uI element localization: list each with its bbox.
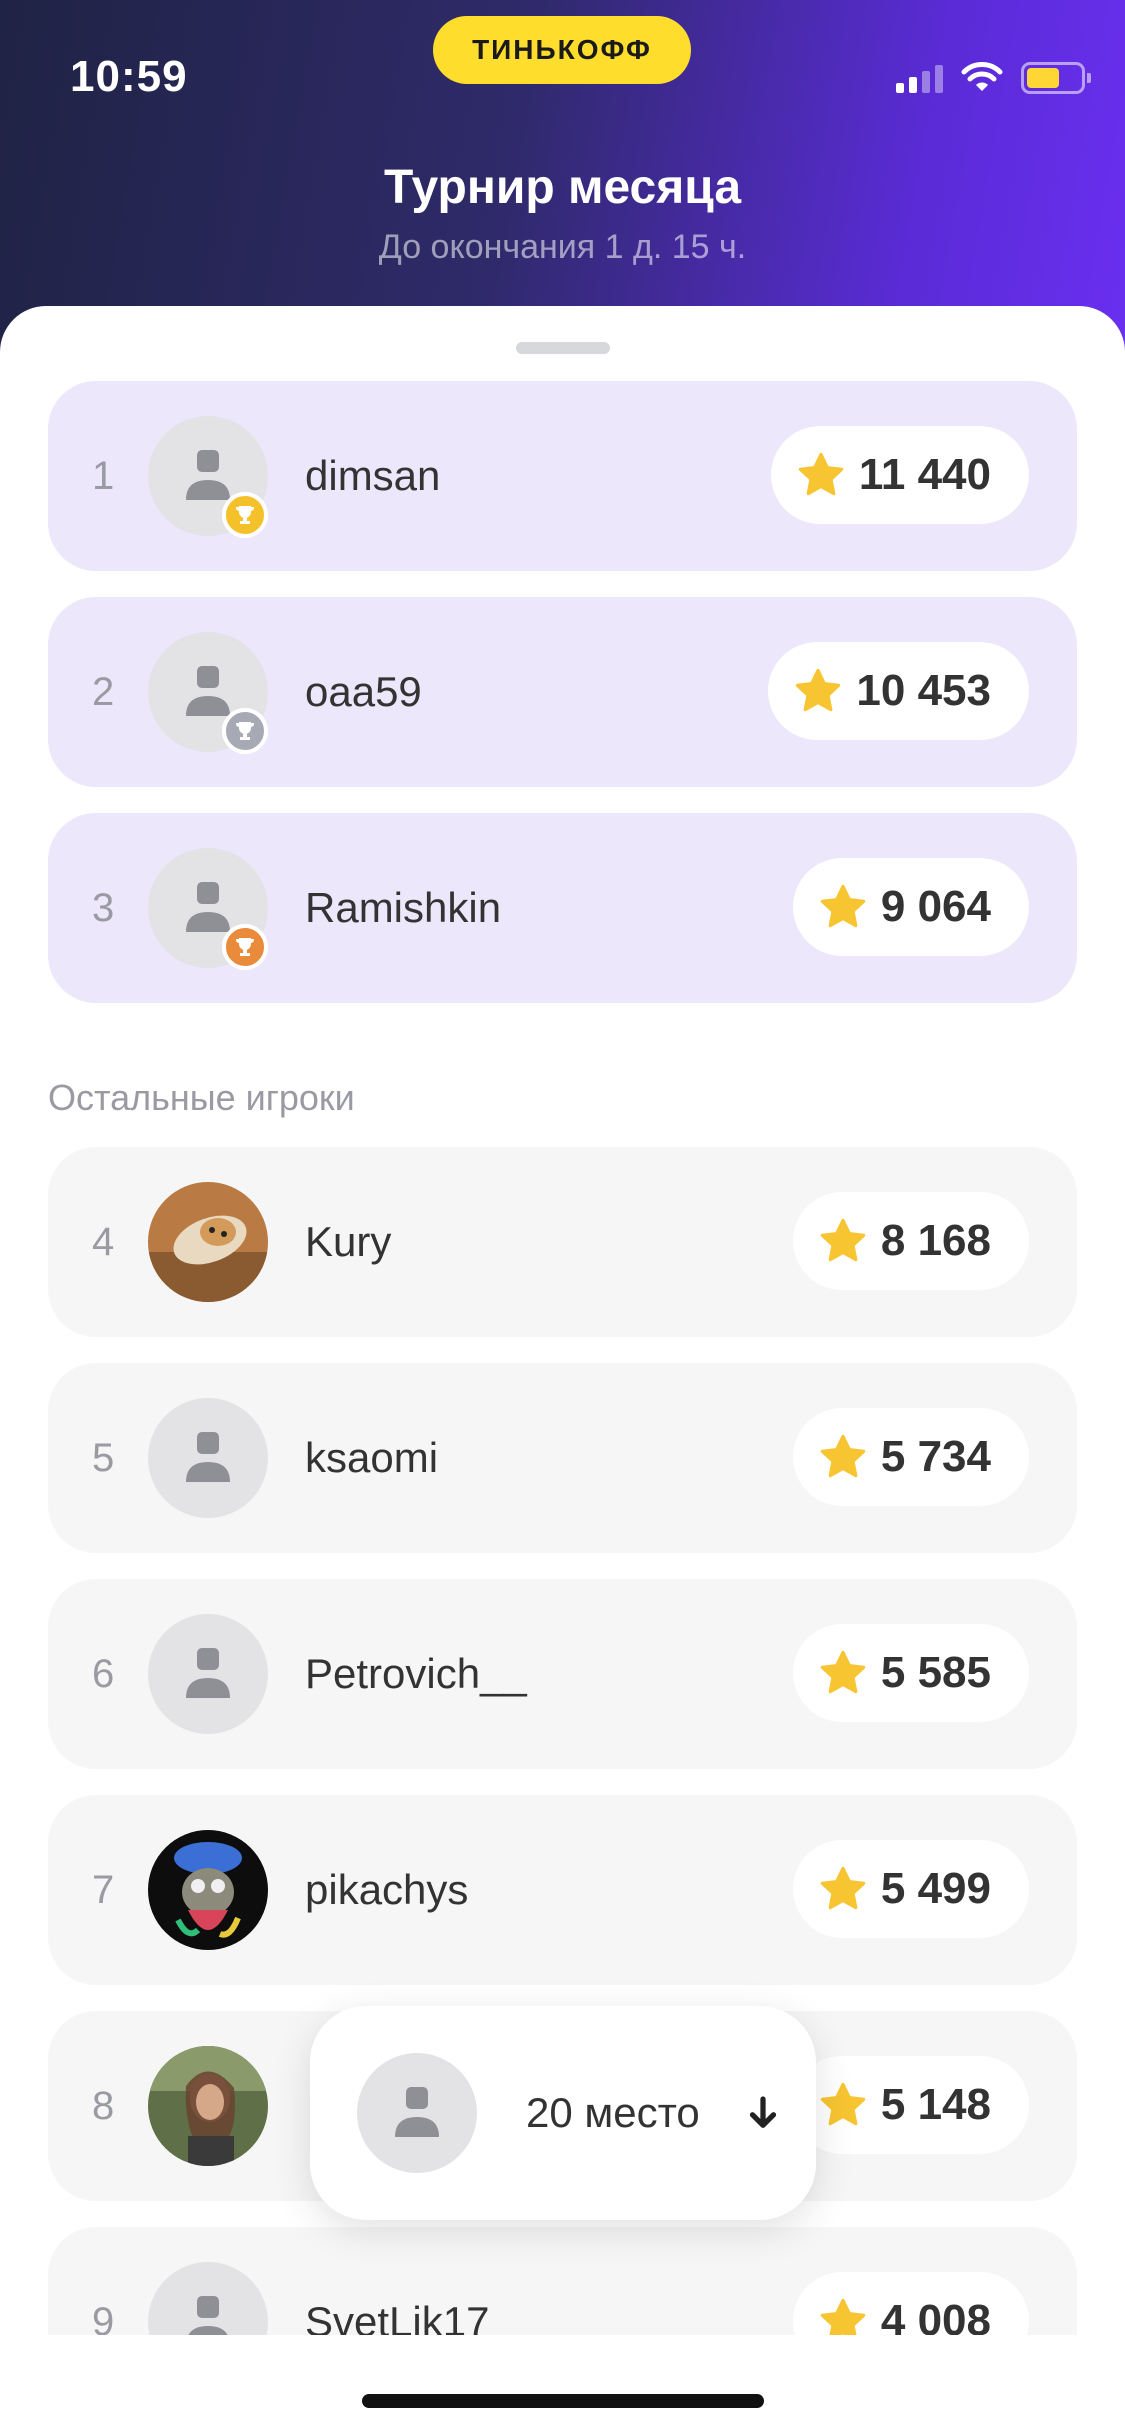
my-position-label: 20 место (526, 2089, 700, 2136)
page-title: Турнир месяца (383, 161, 742, 214)
player-name: Kury (305, 1218, 392, 1265)
avatar (148, 2046, 268, 2166)
rank-number: 3 (92, 886, 115, 930)
trophy-icon (222, 924, 268, 970)
status-icons (896, 62, 1091, 94)
score-badge: 10 453 (768, 642, 1029, 740)
score-value: 5 499 (880, 1864, 991, 1913)
score-badge: 11 440 (770, 426, 1029, 524)
sheet-grabber[interactable] (516, 342, 610, 354)
player-name: ksaomi (305, 1434, 439, 1481)
score-value: 4 008 (880, 2296, 991, 2335)
score-value: 11 440 (858, 450, 991, 499)
my-position-popup[interactable]: 20 место (310, 2006, 816, 2220)
battery-icon (1021, 62, 1091, 94)
leaderboard-row[interactable]: 7 pikachys 5 499 (48, 1795, 1077, 1985)
score-badge: 5 148 (792, 2056, 1029, 2154)
score-value: 5 148 (880, 2080, 991, 2129)
rank-number: 1 (92, 454, 115, 498)
rank-number: 5 (92, 1436, 115, 1480)
score-value: 9 064 (880, 882, 991, 931)
star-icon (820, 1866, 866, 1910)
trophy-icon (222, 708, 268, 754)
star-icon (820, 884, 866, 928)
rank-number: 9 (92, 2300, 115, 2335)
score-badge: 8 168 (792, 1192, 1029, 1290)
rank-number: 8 (92, 2084, 115, 2128)
status-time: 10:59 (70, 52, 188, 101)
person-icon (188, 2296, 228, 2335)
my-avatar (357, 2053, 477, 2173)
leaderboard-row[interactable]: 5 ksaomi 5 734 (48, 1363, 1077, 1553)
score-badge: 5 585 (792, 1624, 1029, 1722)
star-icon (796, 668, 841, 712)
score-badge: 9 064 (792, 858, 1029, 956)
person-icon (395, 2087, 439, 2137)
score-value: 8 168 (880, 1216, 991, 1265)
rank-number: 2 (92, 670, 115, 714)
star-icon (820, 2082, 866, 2126)
leaderboard-row[interactable]: 9 SvetLik17 4 008 (48, 2227, 1077, 2335)
score-badge: 4 008 (792, 2272, 1029, 2335)
player-name: Petrovich__ (305, 1650, 527, 1697)
avatar-photo-dog (148, 1182, 268, 1302)
player-name: pikachys (305, 1866, 469, 1913)
player-name: dimsan (305, 452, 441, 499)
star-icon (798, 452, 844, 496)
player-name: SvetLik17 (305, 2298, 490, 2335)
leaderboard-row-top-2[interactable]: 2 oaa59 10 453 (48, 597, 1077, 787)
star-icon (820, 1434, 866, 1478)
avatar (148, 1830, 268, 1950)
signal-icon (896, 63, 943, 93)
leaderboard-row[interactable]: 6 Petrovich__ 5 585 (48, 1579, 1077, 1769)
leaderboard-row[interactable]: 4 Kury 8 168 (48, 1147, 1077, 1337)
player-name: oaa59 (305, 668, 422, 715)
rank-number: 6 (92, 1652, 115, 1696)
rank-number: 7 (92, 1868, 115, 1912)
avatar (148, 1614, 268, 1734)
star-icon (820, 2298, 866, 2335)
avatar (148, 2262, 268, 2335)
wifi-icon (961, 62, 1003, 91)
score-value: 10 453 (856, 666, 991, 715)
avatar (148, 1398, 268, 1518)
rank-number: 4 (92, 1220, 115, 1264)
arrow-down-icon (749, 2096, 777, 2128)
score-badge: 5 499 (792, 1840, 1029, 1938)
score-value: 5 734 (880, 1432, 991, 1481)
player-name: Ramishkin (305, 884, 502, 931)
score-value: 5 585 (880, 1648, 991, 1697)
avatar (148, 1182, 268, 1302)
score-badge: 5 734 (792, 1408, 1029, 1506)
star-icon (820, 1218, 866, 1262)
avatar-photo-art (148, 1830, 268, 1950)
star-icon (820, 1650, 866, 1694)
person-icon (186, 1432, 230, 1482)
person-icon (186, 1648, 230, 1698)
section-label-other-players: Остальные игроки (48, 1077, 355, 1118)
avatar-photo-woman (148, 2046, 268, 2166)
page-subtitle: До окончания 1 д. 15 ч. (378, 228, 747, 266)
brand-badge: ТИНЬКОФФ (433, 16, 691, 84)
home-indicator[interactable] (362, 2394, 764, 2408)
leaderboard-row-top-3[interactable]: 3 Ramishkin 9 064 (48, 813, 1077, 1003)
trophy-icon (222, 492, 268, 538)
leaderboard-row-top-1[interactable]: 1 dimsan 11 440 (48, 381, 1077, 571)
